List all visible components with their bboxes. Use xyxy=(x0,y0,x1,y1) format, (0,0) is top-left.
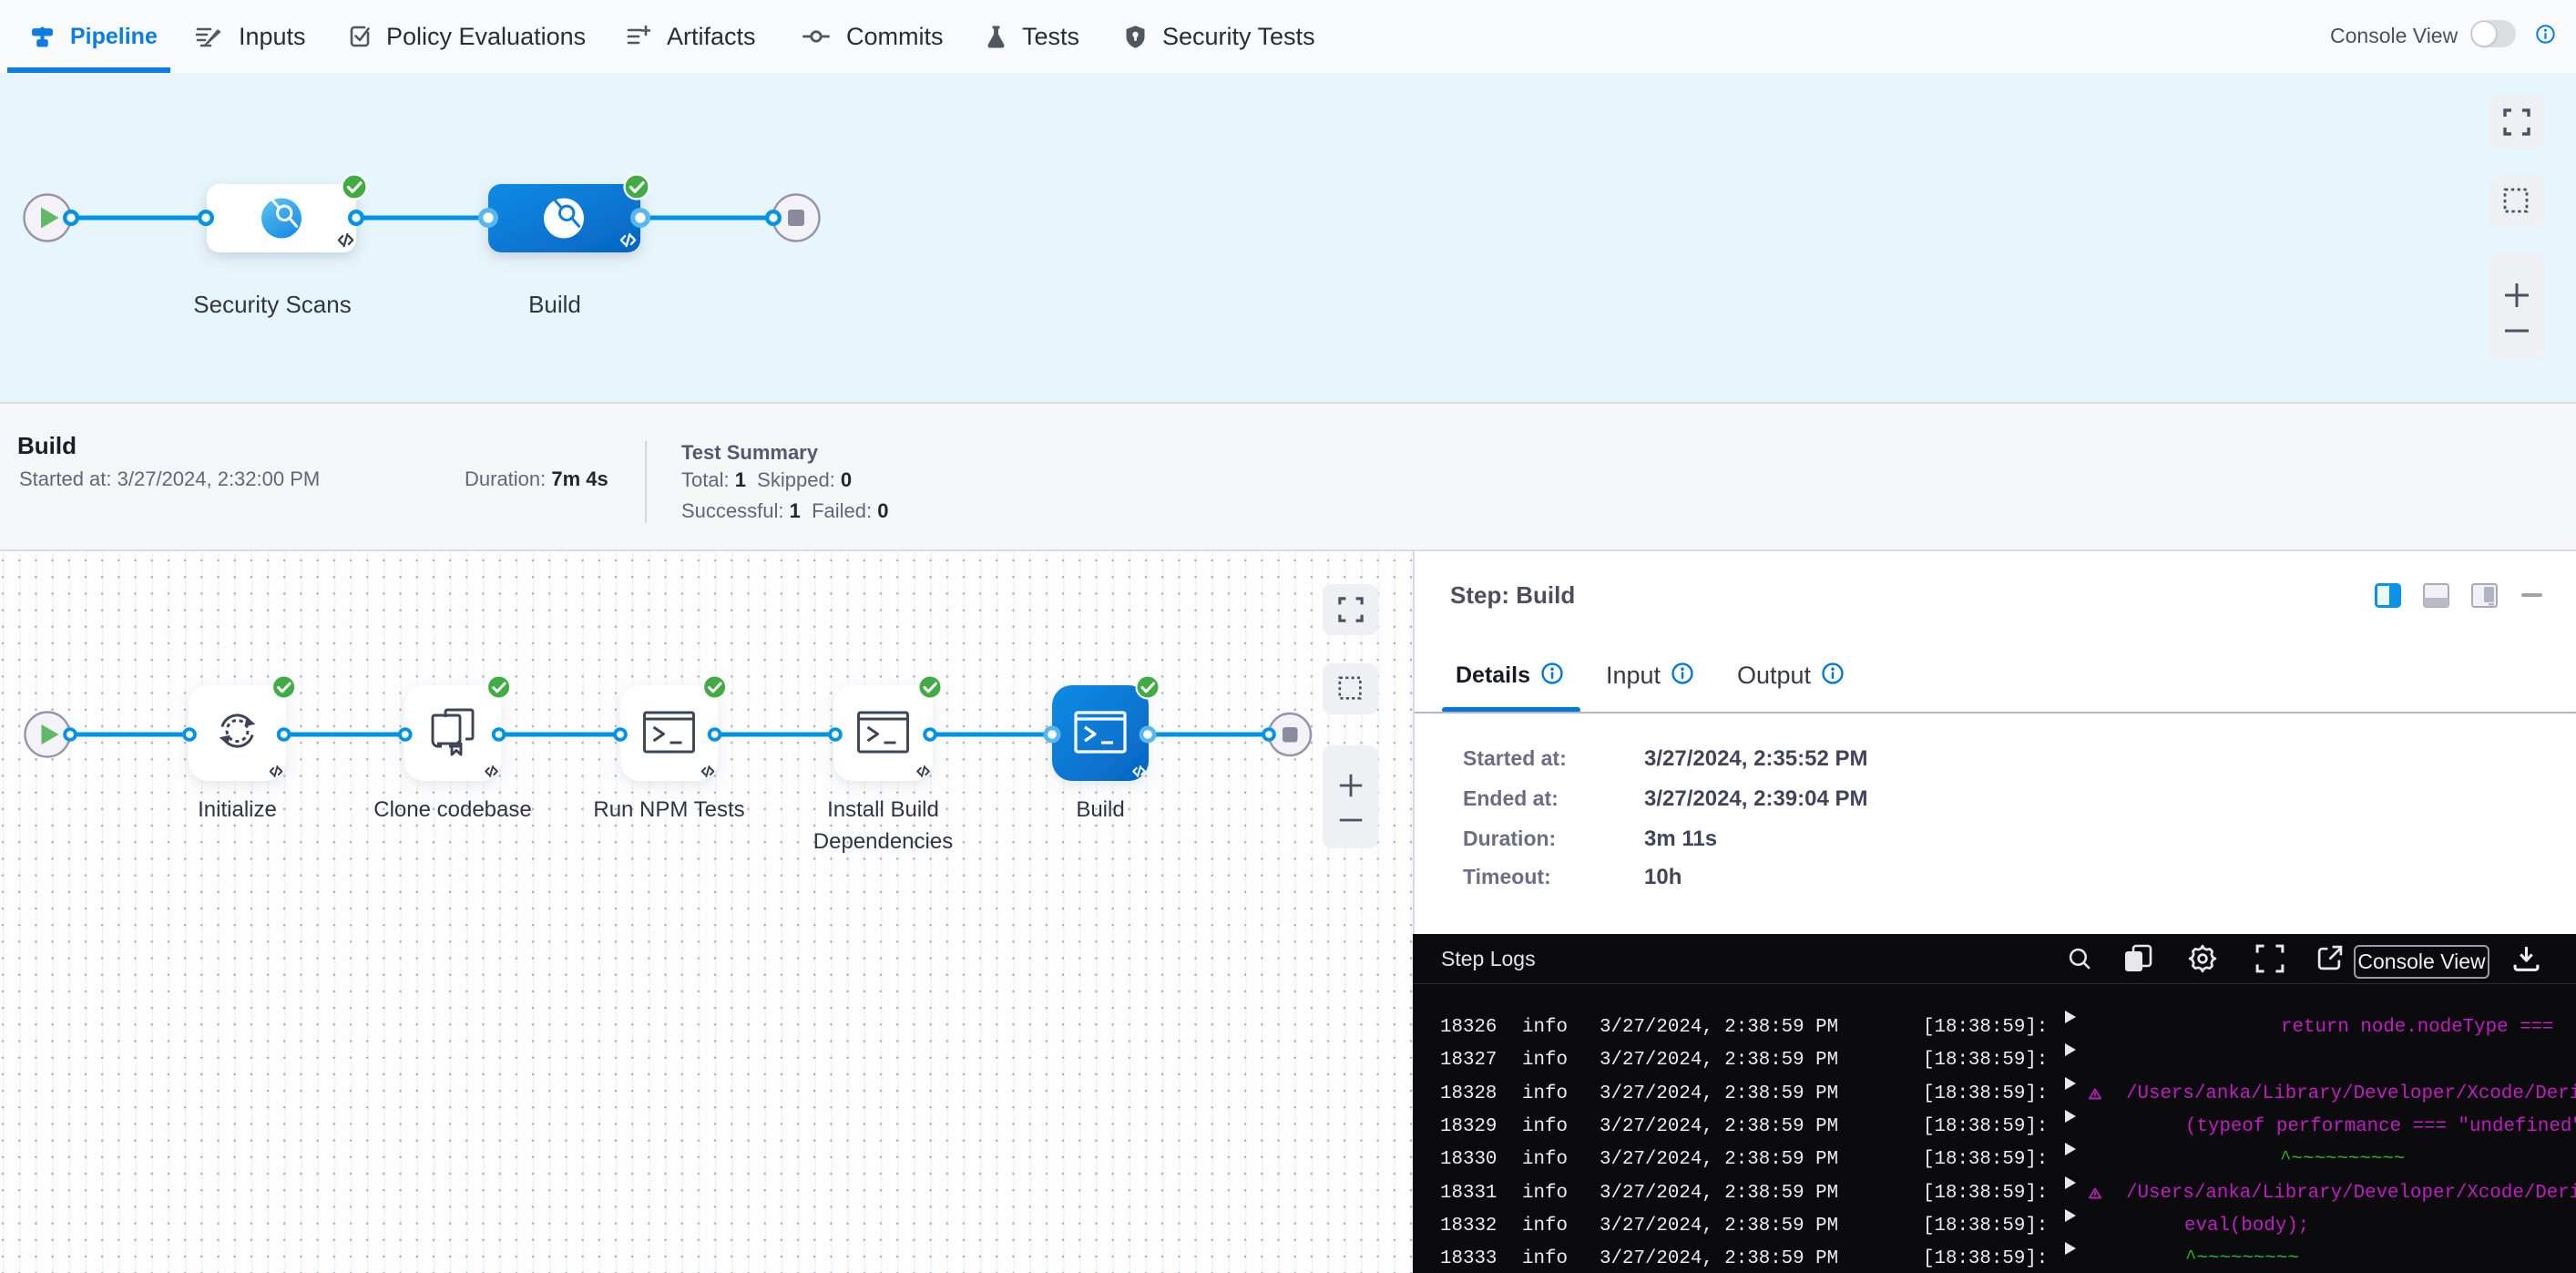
svg-text:Clone codebase: Clone codebase xyxy=(373,797,531,822)
svg-text:Run NPM Tests: Run NPM Tests xyxy=(593,797,744,822)
svg-text:Dependencies: Dependencies xyxy=(813,829,953,854)
svg-text:Install Build: Install Build xyxy=(827,797,939,822)
svg-text:Build: Build xyxy=(528,291,581,318)
svg-text:Initialize: Initialize xyxy=(198,797,277,822)
svg-text:Security Scans: Security Scans xyxy=(193,291,351,318)
svg-text:Build: Build xyxy=(1076,797,1124,822)
